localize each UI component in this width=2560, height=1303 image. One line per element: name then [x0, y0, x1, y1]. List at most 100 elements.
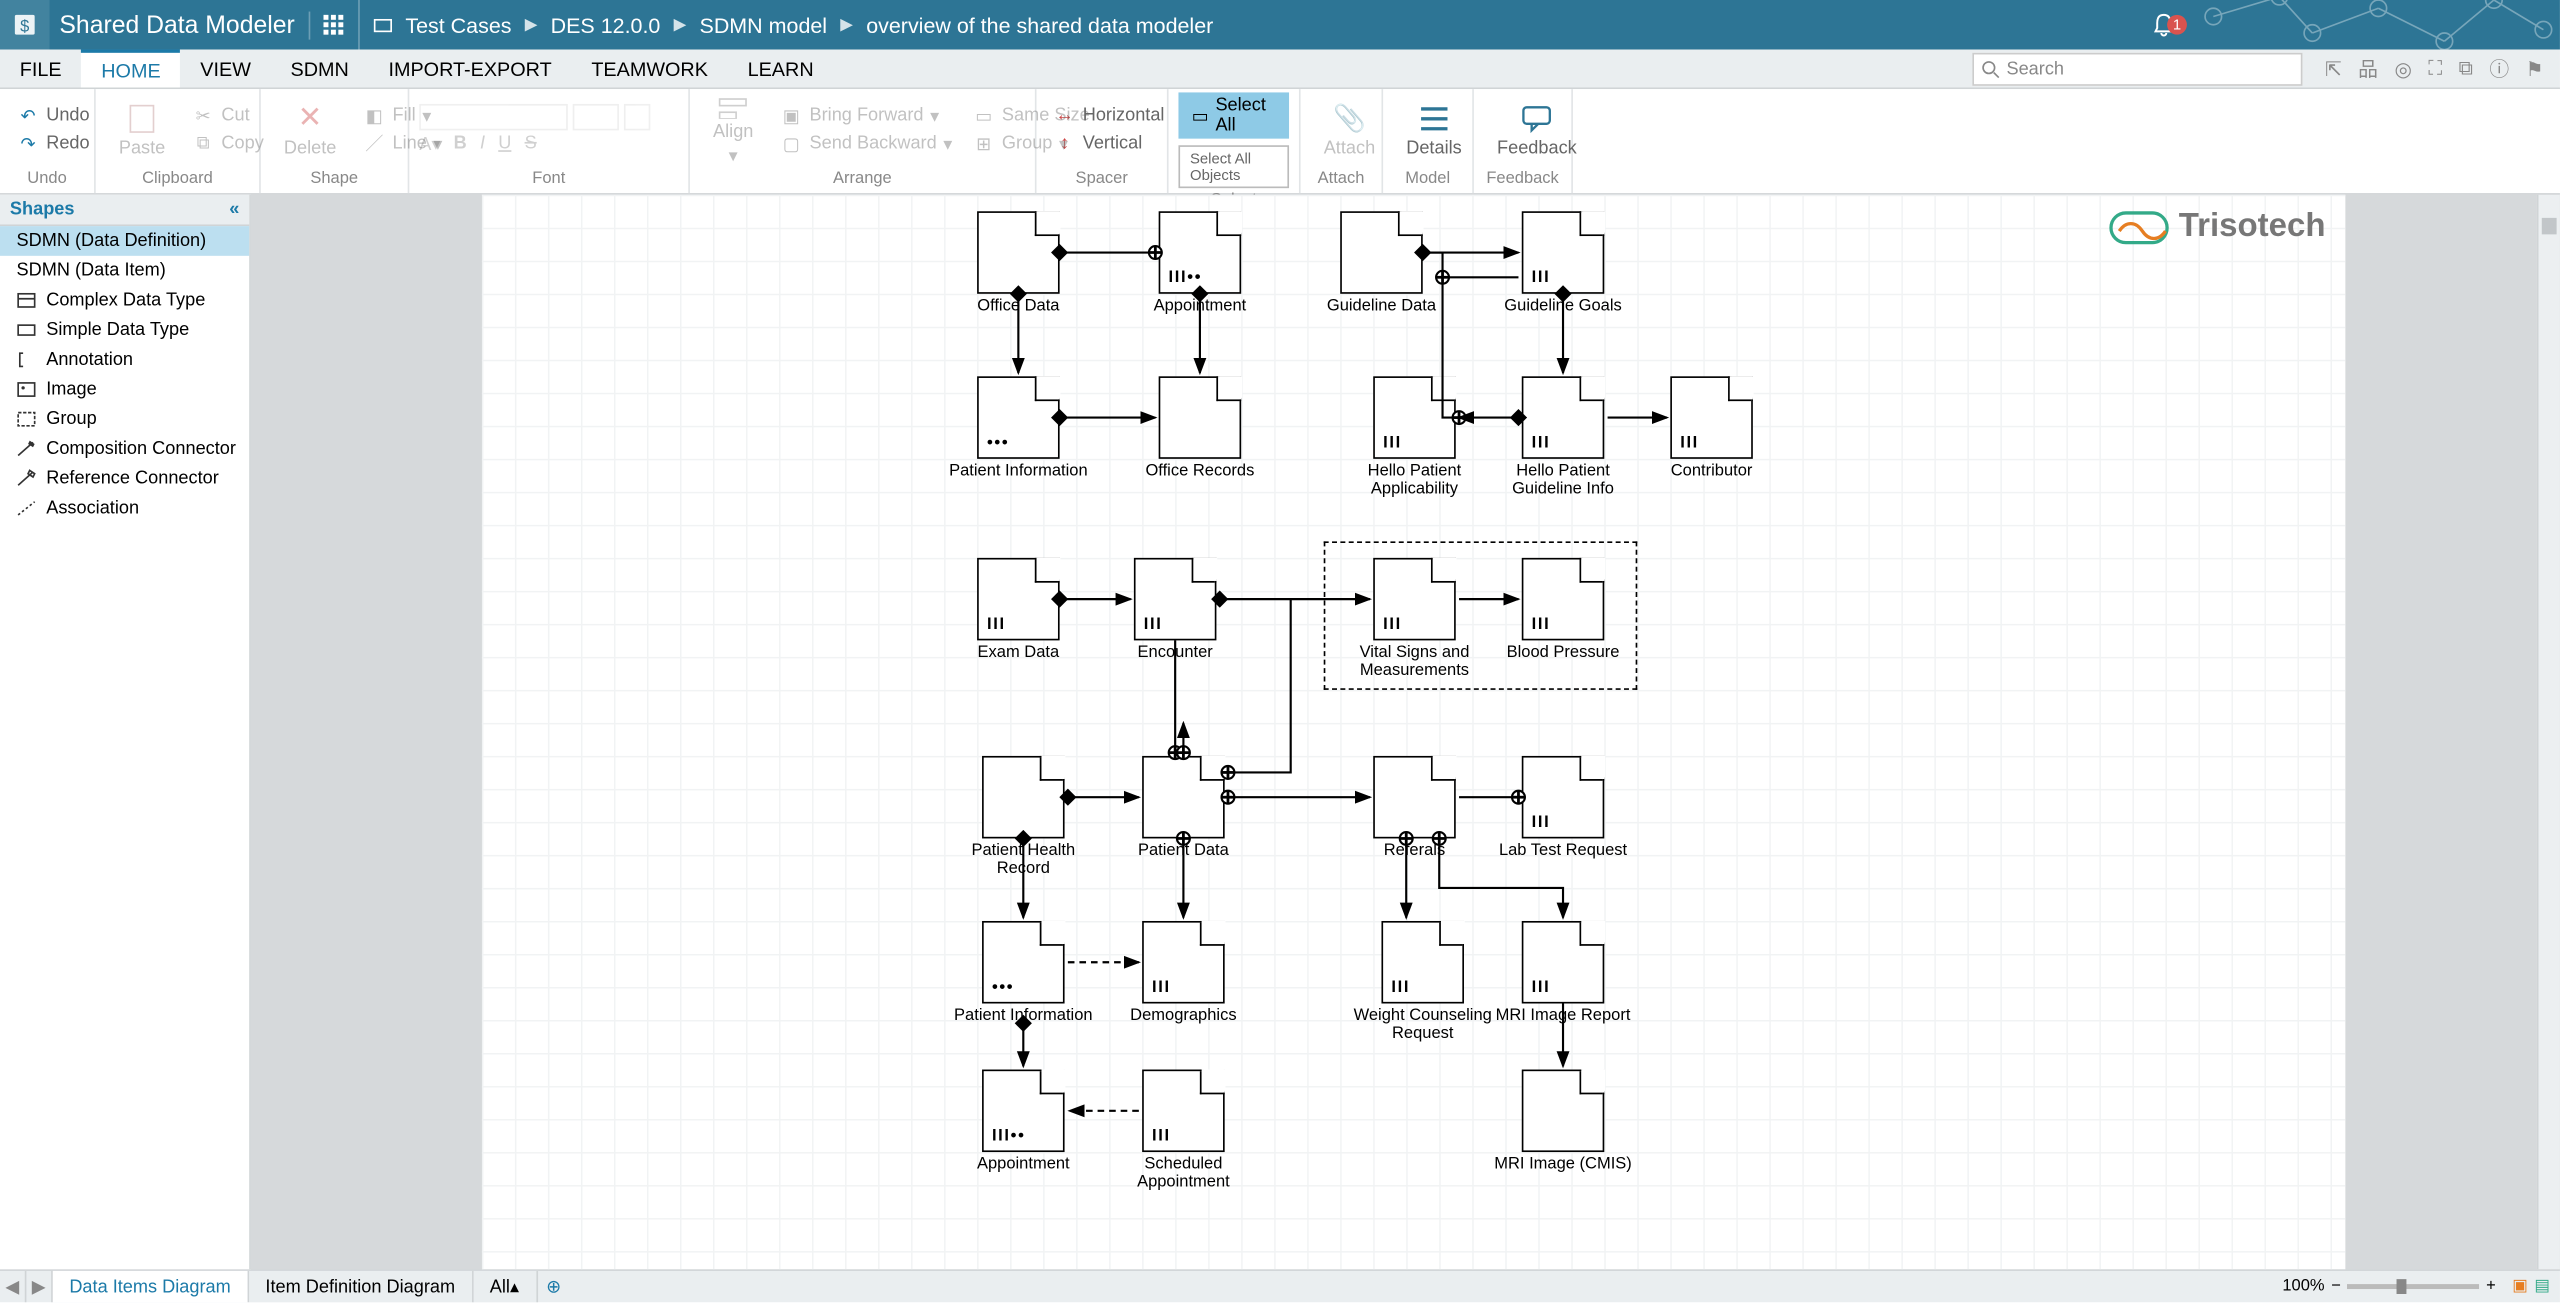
diagram-node[interactable]: IIILab Test Request	[1522, 756, 1605, 847]
tool-icon[interactable]: 品	[2358, 54, 2378, 82]
zoom-slider[interactable]	[2347, 1284, 2479, 1289]
font-button[interactable]: A▾	[419, 134, 440, 155]
diagram-node[interactable]: IIIContributor	[1670, 376, 1753, 467]
diagram-node[interactable]: IIIScheduled Appointment	[1142, 1070, 1225, 1161]
tool-icon[interactable]: ⇱	[2325, 57, 2342, 80]
details-button[interactable]: Details	[1393, 93, 1475, 166]
menu-home[interactable]: HOME	[81, 50, 180, 88]
send-backward-button[interactable]: ▢Send Backward ▾	[773, 130, 959, 156]
node-label: Patient Information	[944, 462, 1093, 480]
attach-button[interactable]: 📎Attach	[1310, 93, 1388, 166]
font-size-select[interactable]	[573, 104, 619, 130]
menu-learn[interactable]: LEARN	[728, 50, 834, 88]
node-label: Vital Signs and Measurements	[1340, 644, 1489, 680]
search-input[interactable]: Search	[1972, 53, 2302, 86]
underline-button[interactable]: U	[498, 134, 511, 155]
diagram-node[interactable]: III••Appointment	[1159, 211, 1242, 302]
diagram-canvas[interactable]: Trisotech Office DataIII••AppointmentGui…	[482, 195, 2345, 1269]
undo-button[interactable]: ↶Undo	[10, 102, 96, 128]
shape-item-association[interactable]: Association	[0, 493, 249, 523]
menu-teamwork[interactable]: TEAMWORK	[572, 50, 728, 88]
fit-button[interactable]: ▣	[2512, 1277, 2528, 1295]
info-icon[interactable]: ⓘ	[2489, 54, 2509, 82]
diagram-node[interactable]: Patient Health Record	[982, 756, 1065, 847]
shape-category[interactable]: SDMN (Data Item)	[0, 256, 249, 286]
diagram-node[interactable]: MRI Image (CMIS)	[1522, 1070, 1605, 1161]
same-size-button[interactable]: ▭Same Size	[966, 102, 1097, 128]
bring-forward-button[interactable]: ▣Bring Forward ▾	[773, 102, 959, 128]
breadcrumb-item[interactable]: SDMN model	[700, 12, 828, 37]
app-switcher-icon[interactable]	[310, 0, 360, 50]
font-family-select[interactable]	[419, 104, 568, 130]
menu-view[interactable]: VIEW	[180, 50, 270, 88]
group-button[interactable]: ⊞Group ▾	[966, 130, 1097, 156]
tool-icon[interactable]: ⧉	[2459, 56, 2473, 81]
diagram-node[interactable]: IIIHello Patient Guideline Info	[1522, 376, 1605, 467]
diagram-node[interactable]: III••Appointment	[982, 1070, 1065, 1161]
diagram-node[interactable]: •••Patient Information	[982, 921, 1065, 1012]
copy-button[interactable]: ⧉Copy	[185, 130, 270, 156]
cut-button[interactable]: ✂Cut	[185, 102, 270, 128]
add-tab-button[interactable]: ⊕	[537, 1271, 570, 1302]
strike-button[interactable]: S	[525, 134, 537, 155]
diagram-node[interactable]: IIIExam Data	[977, 558, 1060, 649]
shape-item-reference[interactable]: Reference Connector	[0, 464, 249, 494]
shape-item-annotation[interactable]: Annotation	[0, 345, 249, 375]
diagram-node[interactable]: Patient Data	[1142, 756, 1225, 847]
tool-icon[interactable]: ⛶	[2428, 56, 2442, 81]
redo-button[interactable]: ↷Redo	[10, 130, 96, 156]
diagram-node[interactable]: Office Data	[977, 211, 1060, 302]
diagram-node[interactable]: Guideline Data	[1340, 211, 1423, 302]
select-all-objects-button[interactable]: Select All Objects	[1178, 145, 1289, 188]
zoom-in-button[interactable]: +	[2486, 1277, 2496, 1295]
diagram-node[interactable]: IIIDemographics	[1142, 921, 1225, 1012]
menu-import-export[interactable]: IMPORT-EXPORT	[369, 50, 572, 88]
menu-file[interactable]: FILE	[0, 50, 81, 88]
shape-item-image[interactable]: Image	[0, 375, 249, 405]
bottom-tab[interactable]: All ▴	[473, 1271, 537, 1302]
diagram-node[interactable]: IIIEncounter	[1134, 558, 1217, 649]
tab-next-button[interactable]: ▶	[26, 1271, 52, 1302]
zoom-out-button[interactable]: −	[2331, 1277, 2341, 1295]
breadcrumb-item[interactable]: DES 12.0.0	[551, 12, 661, 37]
vertical-scrollbar[interactable]	[2537, 195, 2560, 1269]
delete-button[interactable]: ✕Delete	[271, 93, 350, 166]
select-all-button[interactable]: ▭Select All	[1178, 92, 1289, 138]
menu-sdmn[interactable]: SDMN	[271, 50, 369, 88]
shape-item-simple[interactable]: Simple Data Type	[0, 315, 249, 345]
bottom-tab[interactable]: Data Items Diagram	[53, 1271, 249, 1302]
bold-button[interactable]: B	[454, 134, 467, 155]
italic-button[interactable]: I	[480, 134, 485, 155]
node-label: Lab Test Request	[1489, 842, 1638, 860]
align-button[interactable]: Align ▾	[700, 93, 767, 166]
shape-category[interactable]: SDMN (Data Definition)	[0, 226, 249, 256]
notifications-button[interactable]: 1	[2131, 12, 2197, 38]
breadcrumb-item[interactable]: Test Cases	[405, 12, 511, 37]
shape-item-group[interactable]: Group	[0, 404, 249, 434]
diagram-node[interactable]: •••Patient Information	[977, 376, 1060, 467]
collapse-icon[interactable]: «	[229, 200, 239, 220]
diagram-node[interactable]: IIIHello Patient Applicability	[1373, 376, 1456, 467]
diagram-node[interactable]: Referals	[1373, 756, 1456, 847]
diagram-node[interactable]: IIIGuideline Goals	[1522, 211, 1605, 302]
tool-icon[interactable]: ◎	[2394, 57, 2411, 80]
select-icon: ▭	[1192, 105, 1209, 126]
font-color-select[interactable]	[624, 104, 650, 130]
paste-button[interactable]: Paste	[106, 93, 179, 166]
diagram-node[interactable]: IIIVital Signs and Measurements	[1373, 558, 1456, 649]
feedback-button[interactable]: Feedback	[1484, 93, 1590, 166]
node-label: Patient Data	[1109, 842, 1258, 860]
paste-icon	[126, 102, 159, 135]
diagram-node[interactable]: IIIBlood Pressure	[1522, 558, 1605, 649]
flag-icon[interactable]: ⚑	[2526, 57, 2544, 80]
diagram-node[interactable]: Office Records	[1159, 376, 1242, 467]
shape-item-complex[interactable]: Complex Data Type	[0, 286, 249, 316]
shape-item-composition[interactable]: Composition Connector	[0, 434, 249, 464]
breadcrumb-item[interactable]: overview of the shared data modeler	[866, 12, 1213, 37]
diagram-node[interactable]: IIIWeight Counseling Request	[1381, 921, 1464, 1012]
bottom-tab[interactable]: Item Definition Diagram	[249, 1271, 473, 1302]
tab-prev-button[interactable]: ◀	[0, 1271, 26, 1302]
diagram-node[interactable]: IIIMRI Image Report	[1522, 921, 1605, 1012]
canvas-area: Trisotech Office DataIII••AppointmentGui…	[251, 195, 2560, 1269]
fit-width-button[interactable]: ▤	[2534, 1277, 2550, 1295]
